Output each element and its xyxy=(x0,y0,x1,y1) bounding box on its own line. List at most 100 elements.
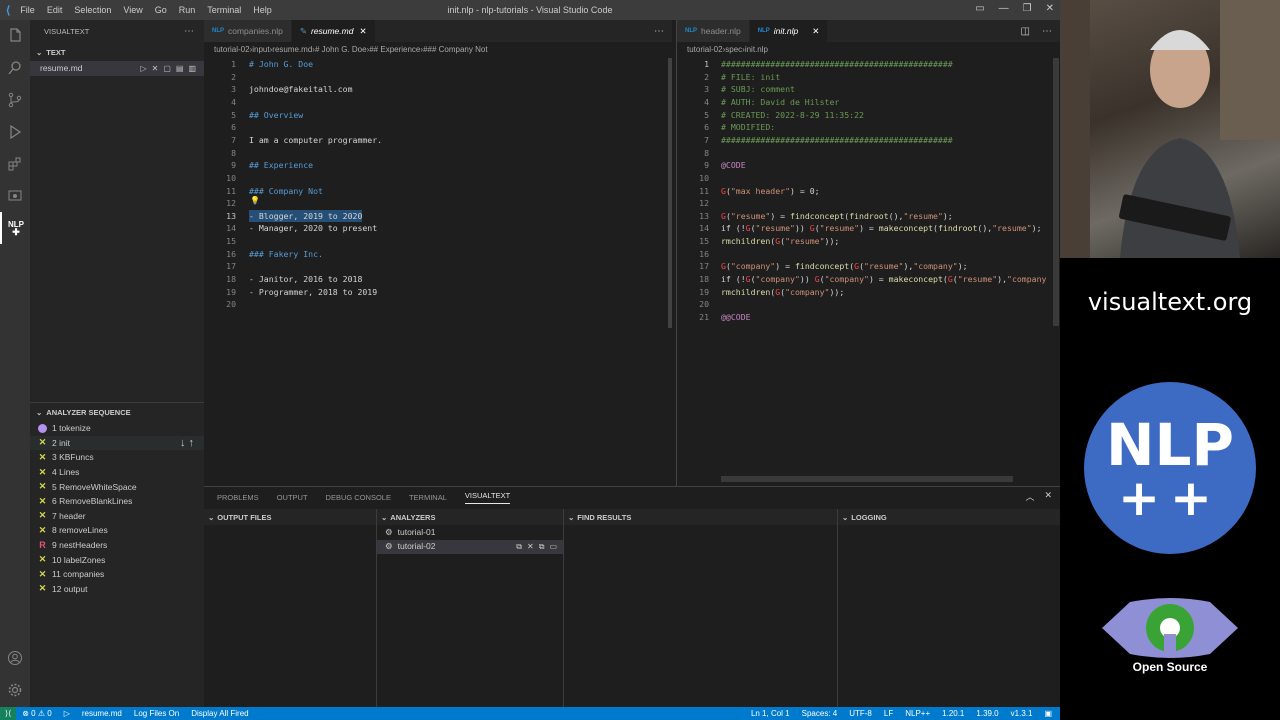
explorer-icon[interactable] xyxy=(0,20,30,52)
right-code-area[interactable]: 1 #######################################… xyxy=(677,58,1055,478)
maximize-button[interactable]: ❐ xyxy=(1023,3,1032,14)
pass-item[interactable]: ✕ 7 header xyxy=(30,509,204,524)
new-folder-icon[interactable]: ▤ xyxy=(176,64,184,73)
breadcrumb-item[interactable]: tutorial-02 xyxy=(687,45,723,54)
menu-file[interactable]: File xyxy=(14,5,41,15)
more-actions-icon[interactable]: ⋯ xyxy=(184,26,194,37)
breadcrumb-item[interactable]: tutorial-02 xyxy=(214,45,250,54)
tab-resume[interactable]: ✎ resume.md ✕ xyxy=(291,20,376,42)
pass-item[interactable]: ✕ 3 KBFuncs xyxy=(30,450,204,465)
log-files-toggle[interactable]: Log Files On xyxy=(134,709,179,718)
panel-tab-output[interactable]: OUTPUT xyxy=(277,493,308,502)
horizontal-scrollbar[interactable] xyxy=(721,476,1013,482)
remote-explorer-icon[interactable] xyxy=(0,180,30,212)
extensions-icon[interactable] xyxy=(0,148,30,180)
remote-indicator-icon[interactable]: ⟩⟨ xyxy=(0,707,17,720)
nlp-icon[interactable]: NLP ✚ xyxy=(0,212,30,244)
menu-view[interactable]: View xyxy=(117,5,148,15)
breadcrumb-item[interactable]: spec xyxy=(725,45,742,54)
text-file-item[interactable]: resume.md ▷ ✕ ▢ ▤ ▥ xyxy=(30,61,204,76)
pass-item[interactable]: ✕ 10 labelZones xyxy=(30,552,204,567)
encoding[interactable]: UTF-8 xyxy=(849,709,872,718)
end-of-line[interactable]: LF xyxy=(884,709,893,718)
pass-item[interactable]: ✕ 2 init ↓ ↑ xyxy=(30,435,204,451)
analyzer-section-header[interactable]: ⌄ ANALYZER SEQUENCE xyxy=(30,403,204,421)
account-icon[interactable] xyxy=(0,642,30,674)
display-fired-toggle[interactable]: Display All Fired xyxy=(191,709,248,718)
tab-init[interactable]: NLP init.nlp ✕ xyxy=(749,20,829,42)
problems-indicator[interactable]: ⊗ 0 ⚠ 0 xyxy=(22,709,51,718)
tab-header[interactable]: NLP header.nlp xyxy=(677,20,750,42)
pass-item[interactable]: ✕ 5 RemoveWhiteSpace xyxy=(30,479,204,494)
pass-item[interactable]: ✕ 4 Lines xyxy=(30,465,204,480)
close-panel-icon[interactable]: ✕ xyxy=(1044,490,1052,503)
analyzer-item[interactable]: ⚙ tutorial-02 ⧉ ✕ ⧉ ▭ xyxy=(377,539,563,555)
breadcrumb-item[interactable]: input xyxy=(252,45,269,54)
language-mode[interactable]: NLP++ xyxy=(905,709,930,718)
panel-tab-visualtext[interactable]: VISUALTEXT xyxy=(464,491,511,504)
close-tab-icon[interactable]: ✕ xyxy=(359,26,366,37)
output-files-header[interactable]: ⌄ OUTPUT FILES xyxy=(204,509,376,525)
run-icon[interactable]: ▷ xyxy=(140,64,146,73)
breadcrumb-item[interactable]: # John G. Doe xyxy=(315,45,367,54)
lightbulb-icon[interactable]: 💡 xyxy=(250,195,260,208)
dictionary-icon[interactable]: ▥ xyxy=(188,64,196,73)
panel-tab-debug-console[interactable]: DEBUG CONSOLE xyxy=(326,493,391,502)
menu-help[interactable]: Help xyxy=(247,5,278,15)
vertical-scrollbar[interactable] xyxy=(668,58,672,328)
breadcrumb-item[interactable]: resume.md xyxy=(272,45,312,54)
delete-icon[interactable]: ✕ xyxy=(152,64,159,73)
menu-go[interactable]: Go xyxy=(149,5,173,15)
pass-item[interactable]: ✕ 11 companies xyxy=(30,567,204,582)
delete-icon[interactable]: ✕ xyxy=(527,542,534,552)
folder-icon[interactable]: ▭ xyxy=(549,542,557,552)
split-editor-icon[interactable]: ◫ xyxy=(1021,26,1030,37)
indentation[interactable]: Spaces: 4 xyxy=(802,709,838,718)
logging-header[interactable]: ⌄ LOGGING xyxy=(838,509,1060,525)
copy-icon[interactable]: ⧉ xyxy=(516,542,522,552)
left-code-area[interactable]: 1 # John G. Doe 2 3 johndoe@fakeitall.com 4 5 #… xyxy=(204,58,664,478)
pass-item[interactable]: ✕ 6 RemoveBlankLines xyxy=(30,494,204,509)
more-actions-icon[interactable]: ⋯ xyxy=(654,26,664,37)
close-tab-icon[interactable]: ✕ xyxy=(812,26,819,37)
more-actions-icon[interactable]: ⋯ xyxy=(1042,26,1052,37)
settings-gear-icon[interactable] xyxy=(0,674,30,706)
new-file-icon[interactable]: ▢ xyxy=(163,64,171,73)
breadcrumb-item[interactable]: ## Experience xyxy=(369,45,420,54)
search-icon[interactable] xyxy=(0,52,30,84)
analyzers-header[interactable]: ⌄ ANALYZERS xyxy=(377,509,563,525)
close-button[interactable]: ✕ xyxy=(1046,3,1054,14)
tab-companies[interactable]: NLP companies.nlp xyxy=(204,20,292,42)
breadcrumb-item[interactable]: init.nlp xyxy=(745,45,768,54)
cursor-position[interactable]: Ln 1, Col 1 xyxy=(751,709,790,718)
move-down-icon[interactable]: ↓ xyxy=(180,437,189,449)
pass-item[interactable]: R 9 nestHeaders xyxy=(30,538,204,553)
layout-icon[interactable]: ▭ xyxy=(975,3,984,14)
vertical-scrollbar[interactable] xyxy=(1053,58,1059,326)
move-up-icon[interactable]: ↑ xyxy=(189,437,195,449)
source-control-icon[interactable] xyxy=(0,84,30,116)
minimize-button[interactable]: — xyxy=(999,3,1009,14)
pass-item[interactable]: ✕ 8 removeLines xyxy=(30,523,204,538)
maximize-panel-icon[interactable]: ︿ xyxy=(1025,490,1034,503)
analyzer-label: tutorial-02 xyxy=(397,541,436,552)
find-results-header[interactable]: ⌄ FIND RESULTS xyxy=(564,509,837,525)
pass-item[interactable]: ✕ 12 output xyxy=(30,582,204,597)
breadcrumb-item[interactable]: ### Company Not xyxy=(423,45,487,54)
menu-terminal[interactable]: Terminal xyxy=(201,5,247,15)
line-number: 2 xyxy=(704,71,709,82)
code-line: # SUBJ: comment xyxy=(721,83,795,96)
duplicate-icon[interactable]: ⧉ xyxy=(539,542,545,552)
status-file[interactable]: resume.md xyxy=(82,709,122,718)
text-section-header[interactable]: ⌄ TEXT xyxy=(30,43,204,61)
menu-selection[interactable]: Selection xyxy=(68,5,117,15)
menu-edit[interactable]: Edit xyxy=(41,5,69,15)
pass-item[interactable]: 1 tokenize xyxy=(30,421,204,436)
menu-run[interactable]: Run xyxy=(173,5,202,15)
analyzer-item[interactable]: ⚙ tutorial-01 xyxy=(377,525,563,540)
panel-tab-problems[interactable]: PROBLEMS xyxy=(217,493,259,502)
run-icon[interactable]: ▷ xyxy=(64,709,70,718)
notifications-icon[interactable]: ▣ xyxy=(1044,709,1052,718)
panel-tab-terminal[interactable]: TERMINAL xyxy=(409,493,447,502)
run-debug-icon[interactable] xyxy=(0,116,30,148)
